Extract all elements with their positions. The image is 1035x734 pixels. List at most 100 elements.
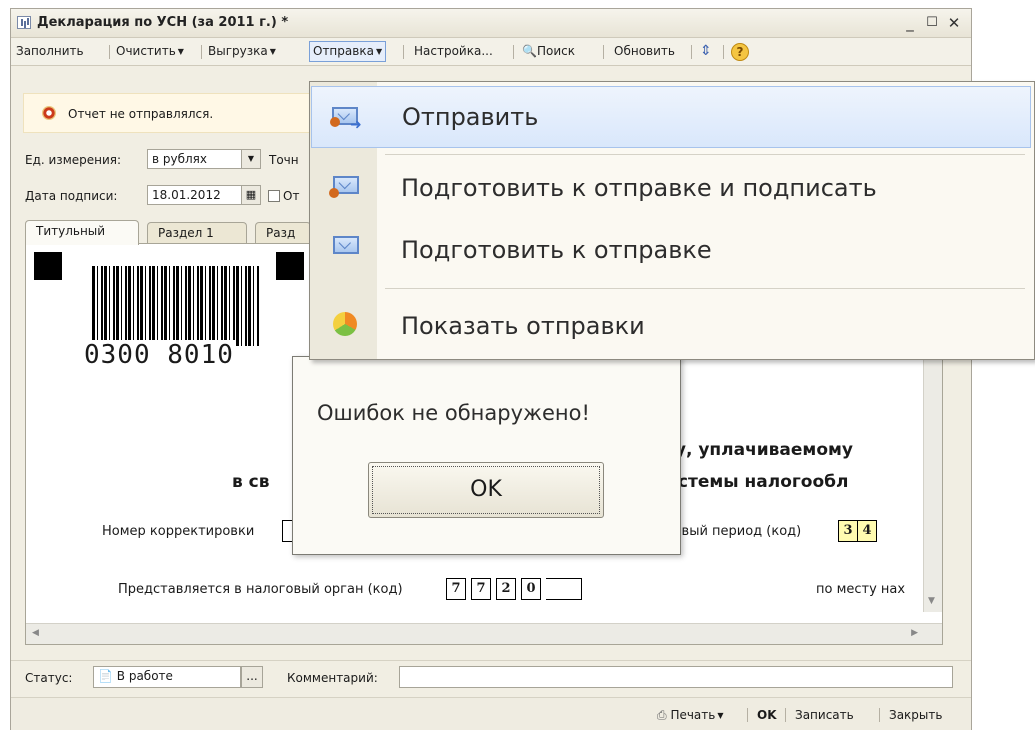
status-select-button[interactable]: ... [241,666,263,688]
toolbar-separator [109,45,110,59]
expand-collapse-icon[interactable]: ⇕ [697,41,715,62]
vertical-scrollbar[interactable]: ▼ [923,340,942,612]
units-label: Ед. измерения: [25,153,122,167]
close-window-button[interactable]: ✕ [945,14,963,32]
sign-date-field[interactable]: 18.01.2012 ▦ [147,185,261,205]
save-button[interactable]: Записать [795,708,854,722]
export-label: Выгрузка [208,44,268,58]
dialog-message: Ошибок не обнаружено! [317,401,590,425]
menu-item-send[interactable]: ➜ Отправить [311,86,1031,148]
sign-date-value: 18.01.2012 [152,188,221,202]
declaration-heading-line-2-right: истемы налогообл [666,472,849,492]
units-select[interactable]: в рублях ▼ [147,149,261,169]
corner-marker [276,252,304,280]
toolbar-separator [201,45,202,59]
window-title: Декларация по УСН (за 2011 г.) * [37,15,289,30]
menu-separator [385,154,1025,155]
minimize-button[interactable]: _ [901,14,919,32]
tax-period-label: товый период (код) [666,524,802,539]
location-label: по месту нах [816,582,906,597]
units-value: в рублях [152,152,207,166]
checkbox[interactable] [268,190,280,202]
send-menu-button[interactable]: Отправка ▼ [309,41,387,62]
maximize-button[interactable]: ☐ [923,14,941,32]
menu-item-label: Подготовить к отправке [401,236,712,264]
barcode-number: 0300 8010 [82,340,236,370]
menu-item-label: Подготовить к отправке и подписать [401,174,877,202]
separator [785,708,786,722]
dialog-ok-button[interactable]: OK [368,462,604,518]
menu-item-show-sent[interactable]: Показать отправки [311,294,1031,356]
tax-period-code-cell[interactable]: 3 [838,520,858,542]
menu-item-prepare-and-sign[interactable]: Подготовить к отправке и подписать [311,160,1031,222]
status-value: В работе [116,669,173,683]
horizontal-scrollbar[interactable]: ◀ ▶ [26,623,942,644]
envelope-icon [329,236,359,258]
chevron-down-icon: ▼ [177,47,184,56]
status-label: Статус: [25,671,73,685]
comment-label: Комментарий: [287,671,378,685]
sign-date-label: Дата подписи: [25,189,118,203]
authority-code-cell[interactable]: 2 [496,578,516,600]
refresh-button[interactable]: Обновить [611,41,678,62]
ok-button[interactable]: OK [757,708,777,722]
document-status-icon: 📄 [98,669,113,683]
calendar-icon[interactable]: ▦ [241,186,260,204]
title-bar[interactable]: Декларация по УСН (за 2011 г.) * _ ☐ ✕ [11,9,971,38]
print-button[interactable]: ⎙ Печать ▼ [657,708,724,723]
tab-title-page[interactable]: Титульный [25,220,139,245]
divider [11,660,971,661]
document-icon [17,16,31,29]
warning-icon [42,106,56,120]
menu-item-label: Отправить [402,103,539,131]
chevron-down-icon: ▼ [269,47,276,56]
close-button[interactable]: Закрыть [889,708,942,722]
fill-button[interactable]: Заполнить [13,41,87,62]
search-button[interactable]: 🔍Поиск [519,41,578,62]
authority-code-cell[interactable]: 7 [446,578,466,600]
menu-separator [385,288,1025,289]
dialog-ok-label: OK [372,466,600,514]
separator [747,708,748,722]
comment-field[interactable] [399,666,953,688]
chevron-down-icon[interactable]: ▼ [241,150,260,168]
sent-list-icon [329,312,359,336]
checkbox-label: От [283,189,300,203]
barcode [92,266,260,346]
search-label: Поиск [536,44,575,58]
send-status-notice: Отчет не отправлялся. [23,93,313,133]
scroll-left-icon[interactable]: ◀ [32,628,39,638]
tax-period-code-cell[interactable]: 4 [857,520,877,542]
declaration-heading-line-1: гу, уплачиваемому [666,440,853,460]
toolbar-separator [603,45,604,59]
help-icon[interactable]: ? [731,43,749,61]
envelope-sign-icon [329,176,359,198]
envelope-send-icon: ➜ [330,107,362,133]
authority-code-cell[interactable]: 0 [521,578,541,600]
corner-marker [34,252,62,280]
refresh-label: Обновить [614,44,675,58]
settings-button[interactable]: Настройка... [411,41,496,62]
tab-section-2[interactable]: Разд [255,222,311,244]
toolbar-separator [403,45,404,59]
bottom-bar: ⎙ Печать ▼ OK Записать Закрыть [11,697,971,730]
declaration-heading-line-2-left: в св [232,472,270,492]
authority-code-cell[interactable]: 7 [471,578,491,600]
scroll-down-icon[interactable]: ▼ [928,596,935,606]
scroll-right-icon[interactable]: ▶ [911,628,918,638]
correction-label: Номер корректировки [102,524,255,539]
tab-section-1[interactable]: Раздел 1 [147,222,247,244]
search-icon: 🔍 [522,44,537,58]
send-dropdown-menu: ➜ Отправить Подготовить к отправке и под… [309,81,1035,360]
chevron-down-icon: ▼ [717,711,724,720]
chevron-down-icon: ▼ [375,47,383,56]
status-field[interactable]: 📄 В работе [93,666,241,688]
fill-label: Заполнить [16,44,84,58]
menu-item-prepare[interactable]: Подготовить к отправке [311,222,1031,284]
toolbar: Заполнить Очистить ▼ Выгрузка ▼ Отправка ▼ … [11,38,971,66]
export-button[interactable]: Выгрузка ▼ [205,41,279,62]
precision-label: Точн [269,153,299,167]
clear-button[interactable]: Очистить ▼ [113,41,187,62]
print-label: Печать [670,708,716,722]
authority-code-cell-blank[interactable] [546,578,582,600]
